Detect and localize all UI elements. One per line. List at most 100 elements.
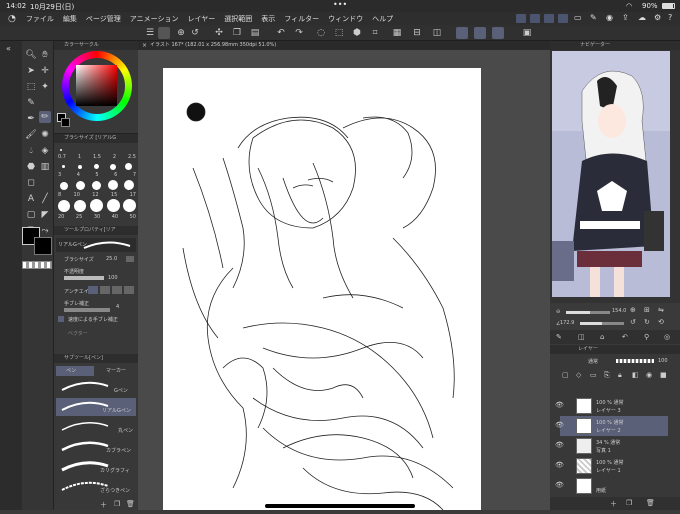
document-tab[interactable]: × イラスト 167* (182.01 x 256.98mm 350dpi 51…: [138, 41, 550, 50]
blend-mode-select[interactable]: 通常: [588, 358, 598, 365]
tab-marker[interactable]: マーカー: [96, 366, 136, 376]
multitask-dots[interactable]: •••: [333, 0, 347, 9]
layer-new-raster-icon[interactable]: ▢: [562, 371, 569, 379]
frame-tool-icon[interactable]: ▢: [25, 209, 37, 221]
cloud-icon[interactable]: ☁: [638, 13, 646, 22]
brush-tool-icon[interactable]: 🖌︎: [25, 129, 37, 141]
blend-tool-icon[interactable]: 💧︎: [25, 145, 37, 157]
navigator-preview[interactable]: [552, 51, 670, 297]
nav-rotate-left-icon[interactable]: ↺: [630, 318, 636, 326]
zoom-tool-icon[interactable]: 🔍︎: [25, 49, 37, 61]
menu-animation[interactable]: アニメーション: [130, 14, 179, 24]
figure-tool-icon[interactable]: ◻: [25, 177, 37, 189]
pen-toggle-2[interactable]: [474, 27, 486, 39]
move-icon[interactable]: ✣: [212, 26, 226, 40]
pen-tool-icon[interactable]: ✒: [25, 113, 37, 125]
fill-icon[interactable]: ⬢: [350, 26, 364, 40]
size-40[interactable]: 40: [112, 214, 118, 220]
duplicate-layer-icon[interactable]: ❐: [626, 499, 632, 507]
quick-toggle-1[interactable]: [516, 14, 526, 23]
size-12[interactable]: 12: [92, 192, 98, 198]
menu-help[interactable]: ヘルプ: [372, 14, 393, 24]
help-icon[interactable]: ?: [668, 13, 672, 22]
layer-mask-icon[interactable]: ◧: [632, 371, 639, 379]
pen-toggle-3[interactable]: [492, 27, 504, 39]
size-8[interactable]: 8: [58, 192, 61, 198]
nav-tool-1-icon[interactable]: ✎: [556, 333, 562, 341]
copy-icon[interactable]: ❐: [230, 26, 244, 40]
size-30[interactable]: 30: [94, 214, 100, 220]
snap-icon[interactable]: ◫: [430, 26, 444, 40]
ruler-icon[interactable]: ⊟: [410, 26, 424, 40]
subtool-real-g-pen[interactable]: リアルGペン: [56, 398, 136, 416]
brush-size-value[interactable]: 25.0: [106, 256, 117, 262]
display-icon[interactable]: ▭: [574, 13, 582, 22]
copy-subtool-icon[interactable]: ❐: [114, 500, 120, 508]
antialias-opt-1[interactable]: [88, 286, 98, 294]
pencil-tool-icon[interactable]: ✏: [39, 111, 51, 123]
selection-tool-icon[interactable]: ⬚: [25, 81, 37, 93]
layer-opacity-value[interactable]: 100: [658, 358, 668, 364]
correct-line-tool-icon[interactable]: ⤳: [39, 225, 51, 237]
stabilize-slider[interactable]: [64, 308, 110, 312]
visibility-eye-icon[interactable]: 👁︎: [555, 481, 564, 489]
nav-tool-4-icon[interactable]: ↶: [622, 333, 628, 341]
speed-checkbox[interactable]: [58, 316, 64, 322]
nav-tool-3-icon[interactable]: ⌂: [600, 333, 604, 341]
size-1[interactable]: 1: [78, 154, 81, 160]
airbrush-tool-icon[interactable]: ✺: [39, 129, 51, 141]
new-layer-icon[interactable]: ＋: [610, 499, 617, 509]
pen-mode-button[interactable]: [158, 27, 170, 39]
size-0-7[interactable]: 0.7: [58, 154, 66, 160]
add-subtool-icon[interactable]: ＋: [100, 500, 107, 510]
subtool-maru-pen[interactable]: 丸ペン: [56, 418, 136, 436]
stabilize-value[interactable]: 4: [116, 304, 119, 310]
nav-rotate-right-icon[interactable]: ↻: [644, 318, 650, 326]
menu-selection[interactable]: 選択範囲: [224, 14, 252, 24]
menu-page[interactable]: ページ管理: [86, 14, 121, 24]
hand-tool-icon[interactable]: ✋︎: [39, 49, 51, 61]
layer-row[interactable]: 👁︎ 34 % 通常 写真 1: [555, 436, 668, 456]
layer-folder-icon[interactable]: ▭: [590, 371, 597, 379]
layer-row-selected[interactable]: 👁︎ 100 % 通常 レイヤー 2: [555, 416, 668, 436]
visibility-eye-icon[interactable]: 👁︎: [555, 401, 564, 409]
zoom-icon[interactable]: ⊕: [174, 26, 188, 40]
rotate-icon[interactable]: ↺: [188, 26, 202, 40]
visibility-eye-icon[interactable]: 👁︎: [555, 441, 564, 449]
quick-toggle-3[interactable]: [544, 14, 554, 23]
settings-icon[interactable]: ⚙: [654, 13, 661, 22]
sub-color-swatch[interactable]: [34, 237, 52, 255]
layer-row[interactable]: 👁︎ 用紙: [555, 476, 668, 496]
nav-reset-icon[interactable]: ⟲: [658, 318, 664, 326]
undo-icon[interactable]: ↶: [274, 26, 288, 40]
eyedropper-tool-icon[interactable]: ✎: [25, 97, 37, 109]
user-icon[interactable]: ◉: [606, 13, 613, 22]
opacity-slider[interactable]: [64, 276, 104, 280]
antialias-opt-4[interactable]: [124, 286, 134, 294]
redo-icon[interactable]: ↷: [292, 26, 306, 40]
size-17[interactable]: 17: [130, 192, 136, 198]
drawing-paper[interactable]: [163, 68, 481, 511]
quick-toggle-4[interactable]: [558, 14, 568, 23]
gradient-tool-icon[interactable]: ▥: [39, 161, 51, 173]
nav-zoom-in-icon[interactable]: ⊕: [630, 306, 636, 314]
collapse-icon[interactable]: «: [6, 44, 11, 53]
subtool-kabura-pen[interactable]: カブラペン: [56, 438, 136, 456]
size-20[interactable]: 20: [58, 214, 64, 220]
nav-flip-icon[interactable]: ⇋: [658, 306, 664, 314]
app-logo-icon[interactable]: ◔: [8, 14, 16, 24]
menu-window[interactable]: ウィンドウ: [328, 14, 363, 24]
antialias-opt-2[interactable]: [100, 286, 110, 294]
subtool-rough-pen[interactable]: ざらつきペン: [56, 478, 136, 496]
menu-filter[interactable]: フィルター: [284, 14, 319, 24]
menu-layer[interactable]: レイヤー: [187, 14, 215, 24]
eraser-tool-icon[interactable]: ◈: [39, 145, 51, 157]
layer-ref-icon[interactable]: ◉: [646, 371, 652, 379]
size-10[interactable]: 10: [74, 192, 80, 198]
edit-icon[interactable]: ✎: [590, 13, 597, 22]
paste-icon[interactable]: ▤: [248, 26, 262, 40]
fill-tool-icon[interactable]: ⬣: [25, 161, 37, 173]
size-2[interactable]: 2: [113, 154, 116, 160]
hamburger-menu-icon[interactable]: ☰: [143, 26, 157, 40]
menu-file[interactable]: ファイル: [26, 14, 54, 24]
